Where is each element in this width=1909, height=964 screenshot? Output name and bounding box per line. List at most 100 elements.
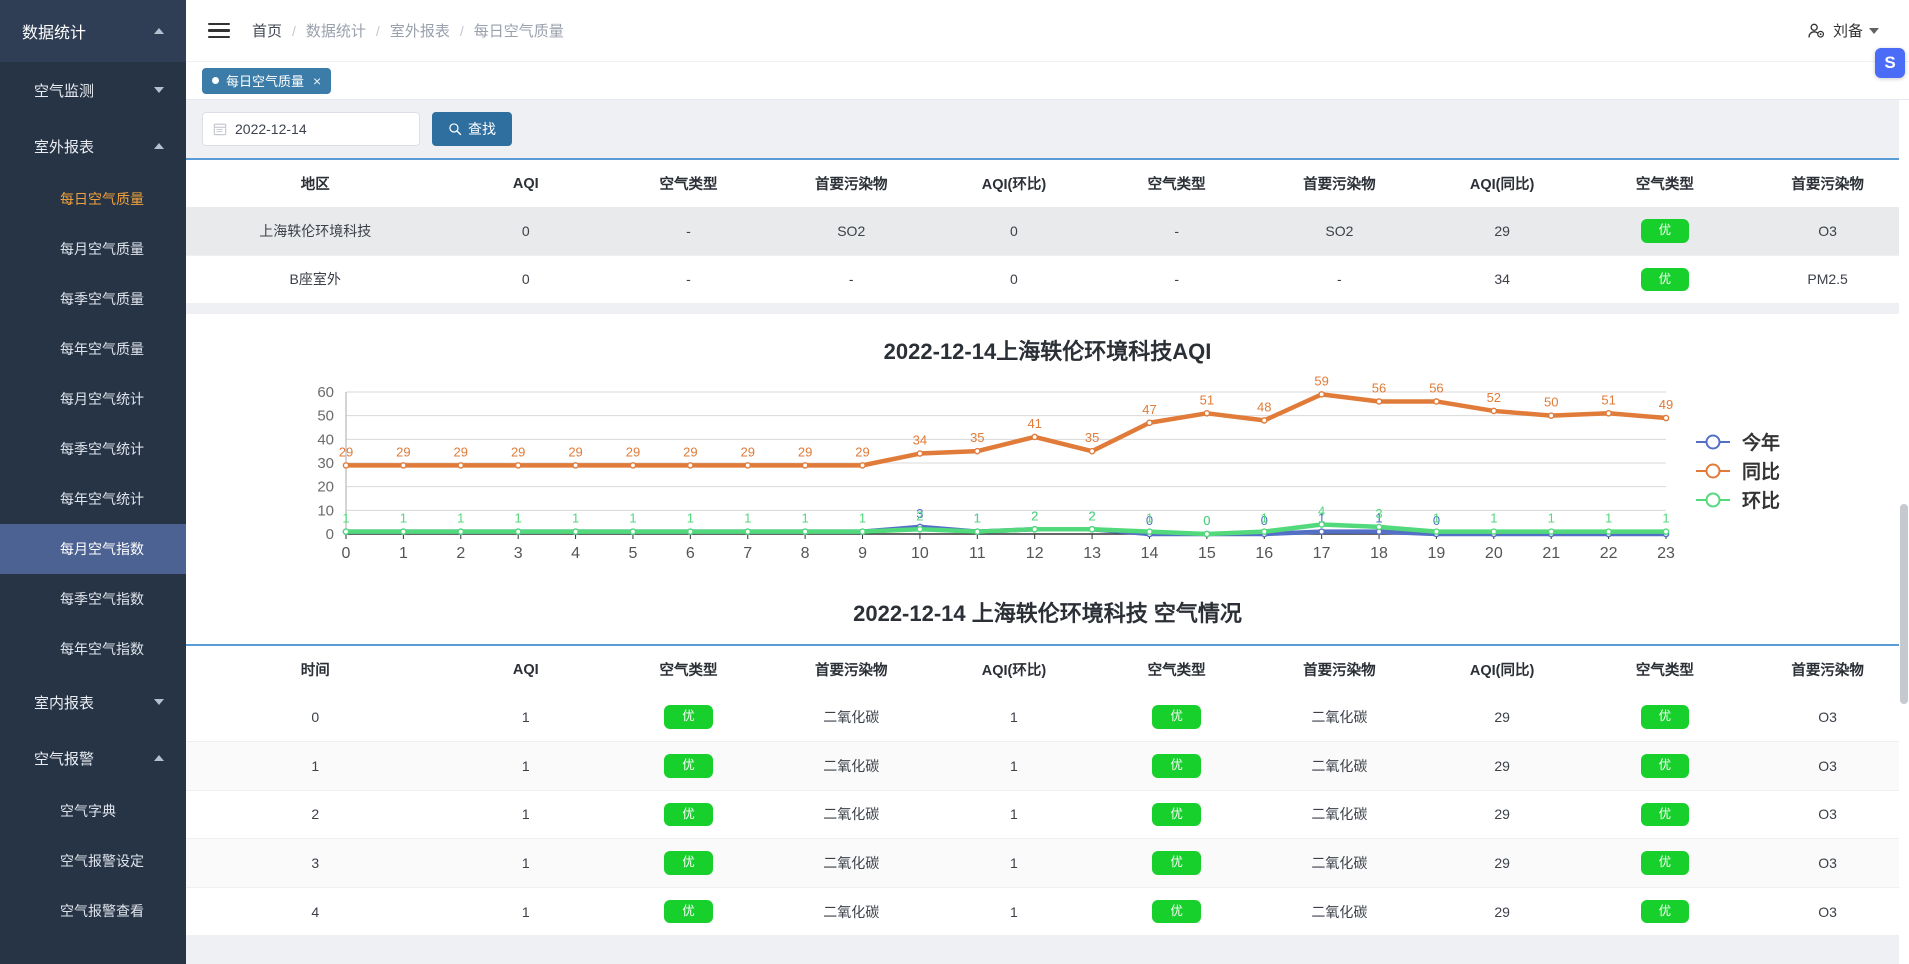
table-row[interactable]: 0 1 优 二氧化碳 1 优 二氧化碳 29 优 O3 (186, 693, 1909, 742)
data-point (400, 528, 407, 536)
sidebar-item-每月空气指数[interactable]: 每月空气指数 (0, 524, 186, 574)
data-point (1318, 391, 1325, 398)
status-badge: 优 (1640, 802, 1690, 827)
legend-label-今年[interactable]: 今年 (1741, 431, 1780, 454)
data-point (1318, 521, 1325, 529)
breadcrumb-item-0[interactable]: 首页 (252, 20, 282, 41)
cell-5: 优 (1095, 693, 1258, 741)
cell-0: 0 (311, 709, 320, 726)
data-label: 35 (970, 430, 984, 445)
data-point (629, 462, 637, 469)
table-row[interactable]: 1 1 优 二氧化碳 1 优 二氧化碳 29 优 O3 (186, 741, 1909, 790)
content-scroll-area: 2022-12-14 查找 地区 AQI 空气类型 首要污染物 AQI(环比) 空气类型首… (186, 100, 1909, 964)
sidebar-item-每季空气指数[interactable]: 每季空气指数 (0, 574, 186, 624)
x-axis-tick: 19 (1428, 545, 1446, 562)
tab-active-dot-icon (212, 77, 219, 84)
app-root: 数据统计 空气监测 室外报表 每日空气质量 每月空气质量 每季空气质量 每年空气质量 每月空… (0, 0, 1909, 964)
date-input[interactable]: 2022-12-14 (202, 112, 420, 146)
sidebar-group-label: 空气报警 (34, 750, 95, 768)
aqi-line-chart[interactable]: 0 10 20 30 40 50 60 0 1 2 3 4 5 6 7 8 9 10 11 12 13 14 15 16 17 1… (186, 374, 1909, 576)
data-point (1031, 433, 1038, 441)
cell-7: 29 (1494, 709, 1510, 726)
data-label: 1 (572, 511, 579, 526)
data-point (1375, 398, 1383, 406)
table-row[interactable]: 上海轶伦环境科技 0 - SO2 0 - SO2 29 优 O3 (186, 207, 1909, 256)
sidebar-item-每季空气质量[interactable]: 每季空气质量 (0, 274, 186, 324)
data-point (1146, 419, 1153, 427)
series-line-环比 (343, 522, 1669, 537)
table-row[interactable]: 2 1 优 二氧化碳 1 优 二氧化碳 29 优 O3 (186, 790, 1909, 839)
data-point (514, 528, 522, 536)
floating-badge-icon[interactable]: S (1875, 48, 1905, 78)
sidebar-item-空气报警设定[interactable]: 空气报警设定 (0, 836, 186, 886)
column-header-0: 时间 (300, 663, 330, 680)
cell-3: 二氧化碳 (823, 757, 880, 774)
sidebar-root-数据统计[interactable]: 数据统计 (0, 0, 186, 62)
cell-4: 1 (1010, 854, 1018, 871)
table-row[interactable]: 4 1 优 二氧化碳 1 优 二氧化碳 29 优 O3 (186, 887, 1909, 936)
sidebar-item-每年空气指数[interactable]: 每年空气指数 (0, 624, 186, 674)
data-point (1490, 407, 1498, 415)
data-label: 29 (454, 445, 468, 460)
data-label: 35 (1085, 430, 1099, 445)
status-badge: 优 (1640, 851, 1690, 875)
cell-5: - (1174, 222, 1179, 239)
search-button-label: 查找 (468, 121, 496, 137)
column-header-3: 首要污染物 (814, 177, 888, 193)
sidebar-item-每日空气质量[interactable]: 每日空气质量 (0, 174, 186, 224)
cell-8: 优 (1583, 207, 1746, 255)
sidebar-item-每月空气统计[interactable]: 每月空气统计 (0, 374, 186, 424)
data-point (801, 462, 809, 469)
hamburger-icon[interactable] (208, 22, 230, 39)
breadcrumb-item-1[interactable]: 数据统计 (306, 20, 366, 41)
data-label: 2 (916, 509, 923, 524)
cell-0: 3 (311, 854, 320, 871)
sidebar-group-空气监测[interactable]: 空气监测 (0, 62, 186, 118)
data-point (801, 528, 809, 536)
breadcrumb-separator: / (459, 22, 464, 39)
sidebar-item-每年空气质量[interactable]: 每年空气质量 (0, 324, 186, 374)
data-point (1203, 410, 1211, 417)
cell-6: 二氧化碳 (1311, 709, 1368, 726)
sidebar-item-label: 每年空气指数 (60, 641, 144, 657)
page-scrollbar-thumb[interactable] (1900, 504, 1908, 704)
column-header-1: AQI (512, 661, 539, 678)
column-header-1: AQI (512, 175, 539, 192)
search-button[interactable]: 查找 (432, 112, 512, 146)
cell-2: - (686, 271, 691, 288)
cell-2: 优 (607, 887, 770, 936)
sidebar-item-每月空气质量[interactable]: 每月空气质量 (0, 224, 186, 274)
legend-label-同比[interactable]: 同比 (1742, 461, 1780, 483)
chart-title: 2022-12-14上海轶伦环境科技AQI (883, 339, 1212, 365)
sidebar-item-每季空气统计[interactable]: 每季空气统计 (0, 424, 186, 474)
close-icon[interactable]: × (313, 73, 321, 89)
data-label: 3 (1375, 506, 1382, 521)
topbar-user-menu[interactable]: 刘备 (1805, 20, 1893, 42)
legend-label-环比[interactable]: 环比 (1742, 490, 1780, 512)
cell-5: 优 (1095, 887, 1258, 936)
sidebar-group-室外报表[interactable]: 室外报表 (0, 118, 186, 174)
sidebar-item-label: 每季空气统计 (60, 441, 144, 457)
sidebar-group-室内报表[interactable]: 室内报表 (0, 674, 186, 730)
column-header-6: 首要污染物 (1303, 177, 1376, 193)
page-scrollbar[interactable] (1899, 100, 1909, 964)
table-row[interactable]: B座室外 0 - - 0 - - 34 优 PM2.5 (186, 255, 1909, 304)
table-row[interactable]: 3 1 优 二氧化碳 1 优 二氧化碳 29 优 O3 (186, 838, 1909, 888)
y-axis-tick: 50 (317, 408, 334, 425)
breadcrumb-item-3[interactable]: 每日空气质量 (474, 20, 564, 41)
data-label: 2 (1088, 509, 1095, 524)
cell-7: 29 (1494, 757, 1510, 774)
sidebar: 数据统计 空气监测 室外报表 每日空气质量 每月空气质量 每季空气质量 每年空气质量 每月空… (0, 0, 186, 964)
breadcrumb-item-2[interactable]: 室外报表 (390, 20, 450, 41)
sidebar-item-每年空气统计[interactable]: 每年空气统计 (0, 474, 186, 524)
sidebar-item-空气字典[interactable]: 空气字典 (0, 786, 186, 836)
sidebar-item-空气报警查看[interactable]: 空气报警查看 (0, 886, 186, 936)
sidebar-group-空气报警[interactable]: 空气报警 (0, 730, 186, 786)
chevron-up-icon (154, 28, 164, 34)
data-point (572, 528, 579, 536)
data-label: 56 (1372, 381, 1386, 396)
x-axis-tick: 18 (1370, 545, 1388, 562)
status-badge: 优 (1152, 753, 1201, 778)
cell-7: 29 (1494, 903, 1510, 920)
tab-每日空气质量[interactable]: 每日空气质量 × (202, 67, 332, 94)
